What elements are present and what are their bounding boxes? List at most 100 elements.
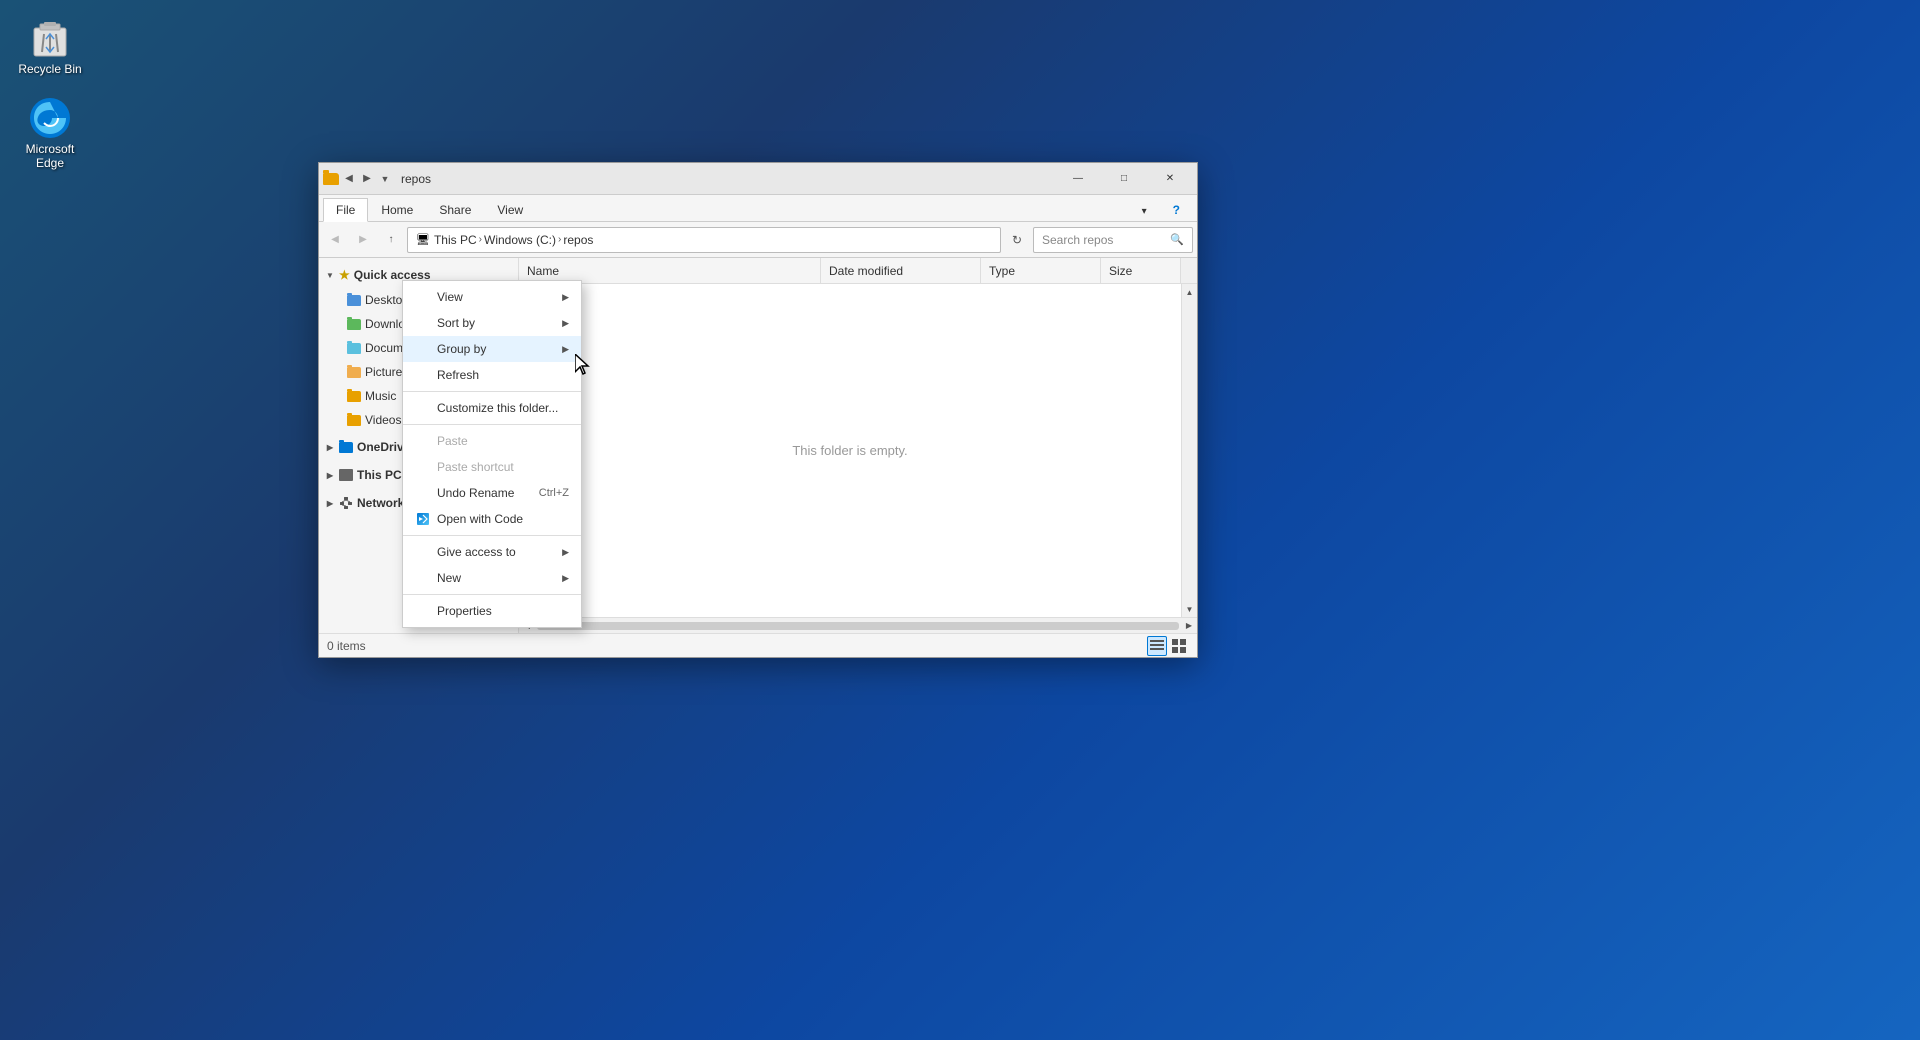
breadcrumb-repos: repos bbox=[563, 233, 593, 247]
col-type[interactable]: Type bbox=[981, 258, 1101, 283]
file-area: Name Date modified Type Size This folder… bbox=[519, 258, 1197, 633]
context-menu: View ▶ Sort by ▶ Group by ▶ Refresh Cust… bbox=[402, 280, 582, 628]
scrollbar-space bbox=[1181, 258, 1197, 283]
recycle-bin-icon[interactable]: Recycle Bin bbox=[10, 10, 90, 80]
tab-file[interactable]: File bbox=[323, 198, 368, 222]
breadcrumb-icon: 🖥 bbox=[416, 233, 430, 246]
large-icons-view-icon bbox=[1172, 639, 1186, 653]
details-view-btn[interactable] bbox=[1147, 636, 1167, 656]
documents-folder-icon bbox=[347, 343, 361, 354]
ctx-paste: Paste bbox=[403, 428, 581, 454]
ctx-customize[interactable]: Customize this folder... bbox=[403, 395, 581, 421]
music-label: Music bbox=[365, 389, 396, 403]
pictures-folder-icon bbox=[347, 367, 361, 378]
desktop-folder-icon bbox=[347, 295, 361, 306]
large-icons-view-btn[interactable] bbox=[1169, 636, 1189, 656]
onedrive-collapse: ▶ bbox=[323, 440, 337, 454]
help-button[interactable]: ? bbox=[1160, 198, 1193, 221]
view-ctx-icon bbox=[415, 289, 431, 305]
ctx-refresh-label: Refresh bbox=[437, 368, 479, 382]
refresh-ctx-icon bbox=[415, 367, 431, 383]
videos-folder-icon bbox=[347, 415, 361, 426]
ctx-new-label: New bbox=[437, 571, 461, 585]
vscode-icon bbox=[417, 513, 429, 525]
minimize-button[interactable]: — bbox=[1055, 163, 1101, 195]
title-bar-icons: ◀ ▶ ▼ bbox=[323, 171, 393, 187]
tab-view[interactable]: View bbox=[484, 198, 536, 221]
view-icons bbox=[1147, 636, 1189, 656]
ctx-view-label: View bbox=[437, 290, 463, 304]
ctx-group-label: Group by bbox=[437, 342, 486, 356]
videos-label: Videos bbox=[365, 413, 401, 427]
details-view-icon bbox=[1150, 639, 1164, 653]
down-icon-tb: ▼ bbox=[377, 171, 393, 187]
this-pc-collapse: ▶ bbox=[323, 468, 337, 482]
customize-ctx-icon bbox=[415, 400, 431, 416]
folder-icon-tb bbox=[323, 171, 339, 187]
tab-share[interactable]: Share bbox=[426, 198, 484, 221]
vscode-svg bbox=[418, 514, 428, 524]
paste-ctx-icon bbox=[415, 433, 431, 449]
ctx-sep2 bbox=[403, 424, 581, 425]
ctx-properties[interactable]: Properties bbox=[403, 598, 581, 624]
up-button[interactable]: ↑ bbox=[379, 228, 403, 252]
give-access-ctx-icon bbox=[415, 544, 431, 560]
ctx-give-access[interactable]: Give access to ▶ bbox=[403, 539, 581, 565]
quick-access-star: ★ bbox=[339, 268, 350, 282]
ctx-sort-by[interactable]: Sort by ▶ bbox=[403, 310, 581, 336]
ctx-paste-shortcut: Paste shortcut bbox=[403, 454, 581, 480]
quick-access-collapse: ▼ bbox=[323, 268, 337, 282]
view-arrow: ▶ bbox=[562, 292, 569, 303]
window-title: repos bbox=[401, 172, 1055, 186]
search-box[interactable]: Search repos 🔍 bbox=[1033, 227, 1193, 253]
music-folder-icon bbox=[347, 391, 361, 402]
ctx-paste-shortcut-label: Paste shortcut bbox=[437, 460, 514, 474]
horizontal-scrollbar[interactable]: ◀ ▶ bbox=[519, 617, 1197, 633]
undo-shortcut: Ctrl+Z bbox=[539, 487, 569, 499]
tab-home[interactable]: Home bbox=[368, 198, 426, 221]
col-size[interactable]: Size bbox=[1101, 258, 1181, 283]
address-input[interactable]: 🖥 This PC › Windows (C:) › repos bbox=[407, 227, 1001, 253]
edge-label: Microsoft Edge bbox=[14, 142, 86, 170]
ribbon-tabs: File Home Share View ▾ ? bbox=[319, 195, 1197, 221]
edge-svg bbox=[26, 94, 74, 142]
col-date[interactable]: Date modified bbox=[821, 258, 981, 283]
vertical-scrollbar[interactable]: ▲ ▼ bbox=[1181, 284, 1197, 617]
ctx-new[interactable]: New ▶ bbox=[403, 565, 581, 591]
give-access-arrow: ▶ bbox=[562, 547, 569, 558]
back-icon-tb: ◀ bbox=[341, 171, 357, 187]
ctx-undo-rename[interactable]: Undo Rename Ctrl+Z bbox=[403, 480, 581, 506]
new-ctx-icon bbox=[415, 570, 431, 586]
forward-button[interactable]: ▶ bbox=[351, 228, 375, 252]
breadcrumb-windows: Windows (C:) bbox=[484, 233, 556, 247]
scroll-right-btn[interactable]: ▶ bbox=[1181, 618, 1197, 633]
network-label: Network bbox=[357, 496, 404, 510]
breadcrumb-sep1: › bbox=[479, 234, 482, 245]
ctx-paste-label: Paste bbox=[437, 434, 468, 448]
maximize-button[interactable]: □ bbox=[1101, 163, 1147, 195]
ctx-open-with-code[interactable]: Open with Code bbox=[403, 506, 581, 532]
back-button[interactable]: ◀ bbox=[323, 228, 347, 252]
network-icon bbox=[339, 497, 353, 509]
this-pc-label: This PC bbox=[357, 468, 402, 482]
scrollbar-down-btn[interactable]: ▼ bbox=[1185, 601, 1195, 617]
breadcrumb-sep2: › bbox=[558, 234, 561, 245]
ctx-give-access-label: Give access to bbox=[437, 545, 516, 559]
close-button[interactable]: ✕ bbox=[1147, 163, 1193, 195]
ctx-sep4 bbox=[403, 594, 581, 595]
undo-ctx-icon bbox=[415, 485, 431, 501]
group-arrow: ▶ bbox=[562, 344, 569, 355]
onedrive-icon bbox=[339, 442, 353, 453]
search-placeholder: Search repos bbox=[1042, 233, 1113, 247]
microsoft-edge-icon[interactable]: Microsoft Edge bbox=[10, 90, 90, 174]
scrollbar-up-btn[interactable]: ▲ bbox=[1185, 284, 1195, 300]
ctx-view[interactable]: View ▶ bbox=[403, 284, 581, 310]
new-arrow: ▶ bbox=[562, 573, 569, 584]
ribbon-expand[interactable]: ▾ bbox=[1129, 201, 1160, 221]
refresh-button[interactable]: ↻ bbox=[1005, 228, 1029, 252]
ctx-group-by[interactable]: Group by ▶ bbox=[403, 336, 581, 362]
ctx-refresh[interactable]: Refresh bbox=[403, 362, 581, 388]
horiz-track bbox=[537, 622, 1179, 630]
title-bar: ◀ ▶ ▼ repos — □ ✕ bbox=[319, 163, 1197, 195]
ctx-sep3 bbox=[403, 535, 581, 536]
